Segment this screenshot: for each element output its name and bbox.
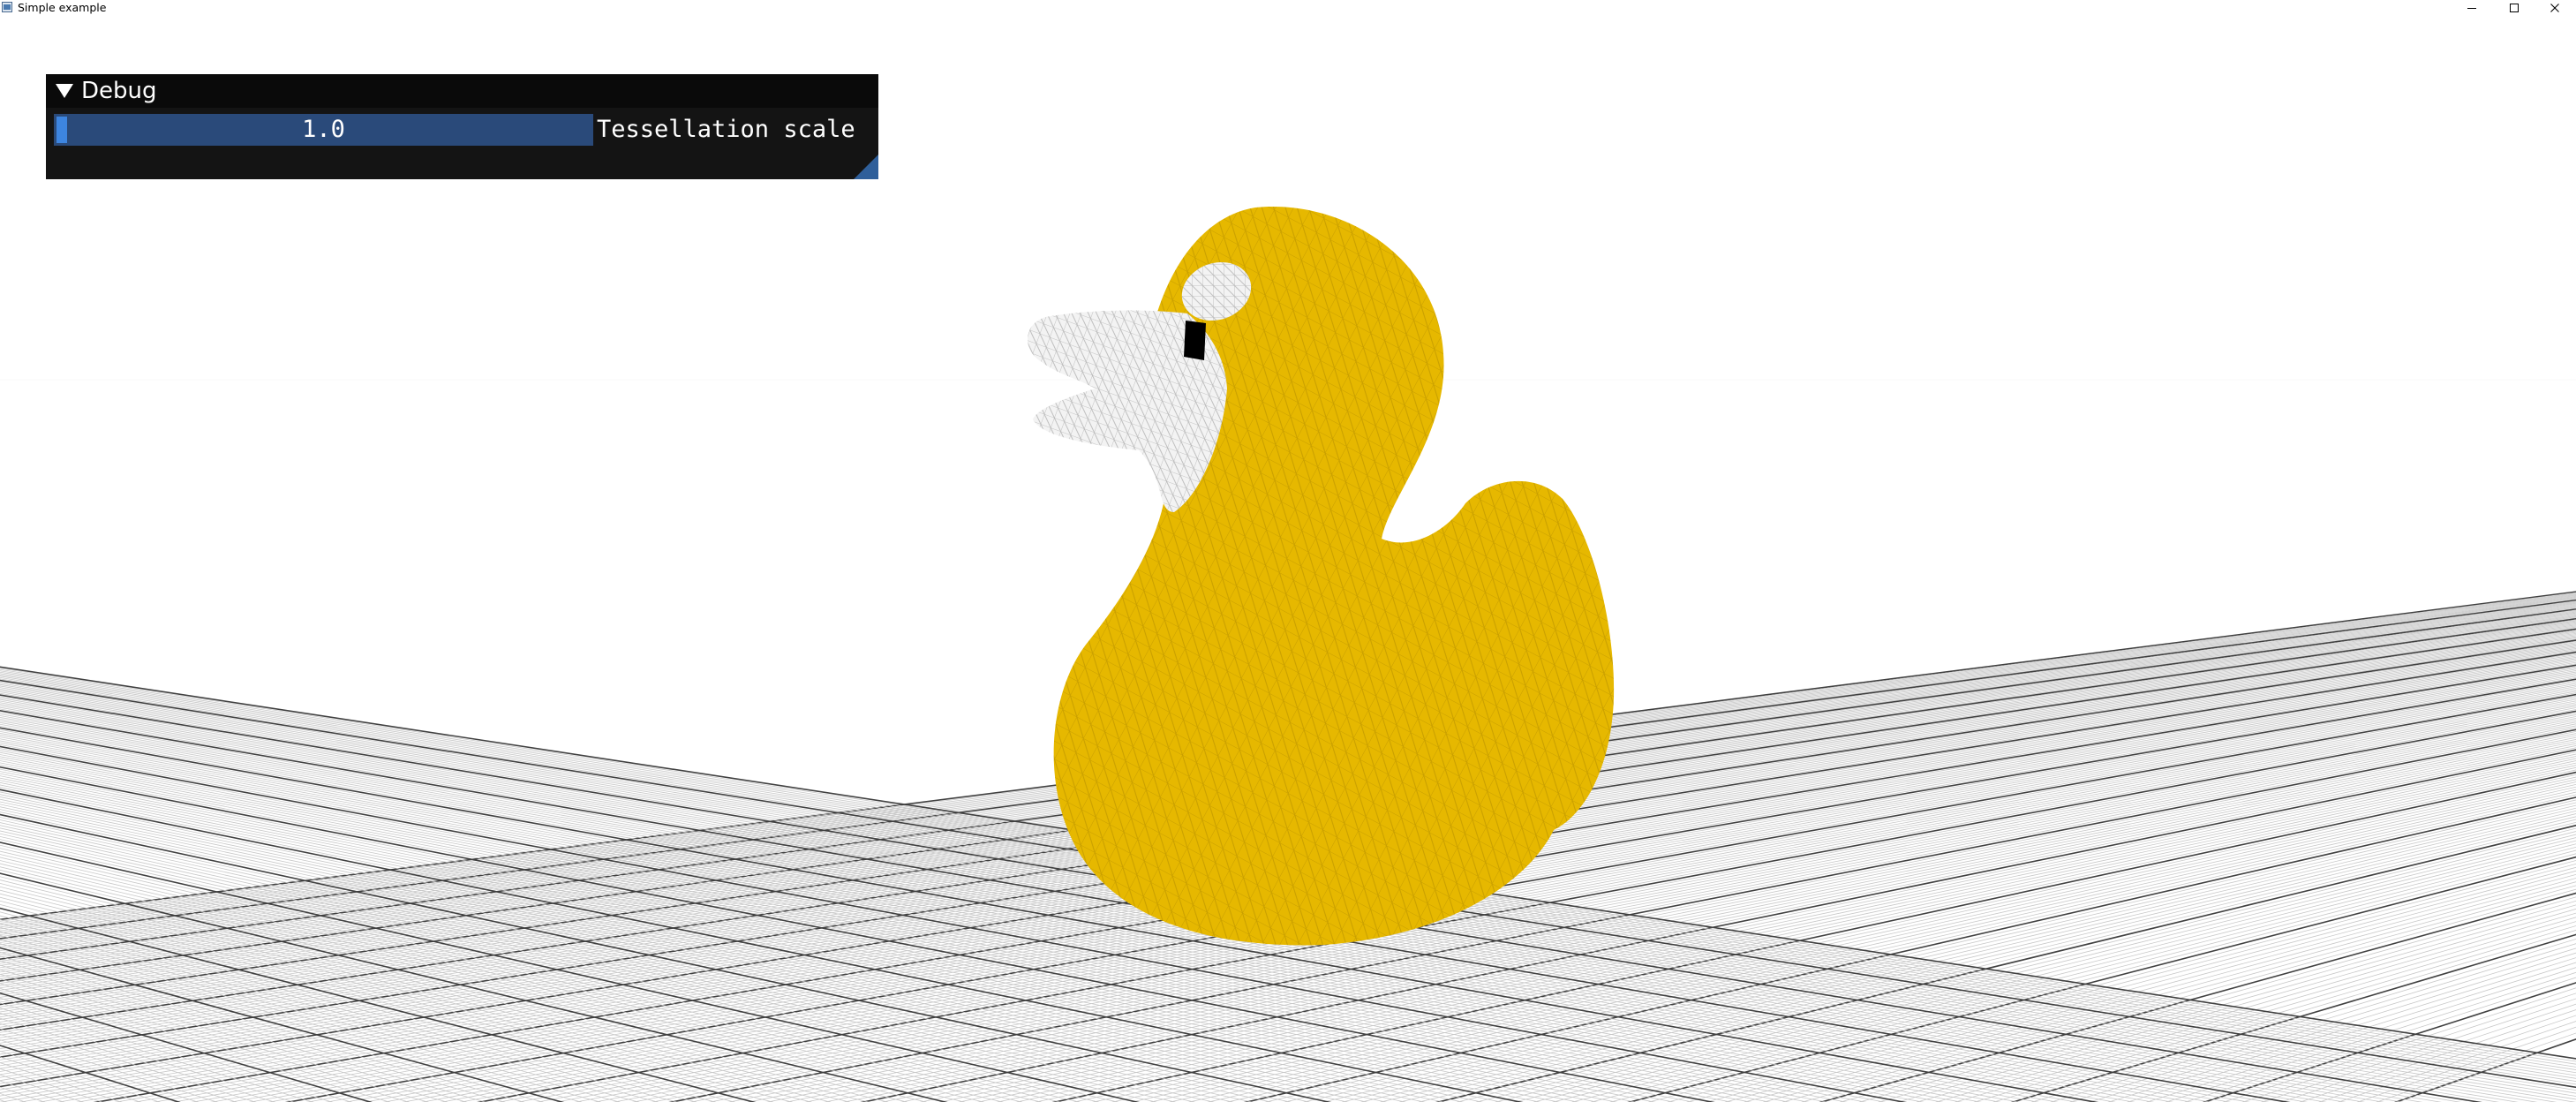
- tessellation-scale-slider[interactable]: 1.0: [54, 114, 593, 146]
- app-icon: [2, 2, 12, 12]
- maximize-button[interactable]: [2495, 0, 2534, 16]
- debug-window-titlebar[interactable]: Debug: [46, 74, 878, 108]
- triangle-down-icon[interactable]: [55, 83, 74, 99]
- slider-label: Tessellation scale: [597, 116, 855, 143]
- resize-grip-icon[interactable]: [854, 155, 878, 179]
- window-title: Simple example: [18, 1, 107, 14]
- minimize-button[interactable]: [2452, 0, 2491, 16]
- close-icon: [2550, 4, 2559, 12]
- maximize-icon: [2510, 4, 2519, 12]
- duck-pupil: [1184, 321, 1206, 360]
- close-button[interactable]: [2535, 0, 2574, 16]
- debug-window[interactable]: Debug 1.0 Tessellation scale: [46, 74, 878, 179]
- slider-value: 1.0: [302, 116, 345, 143]
- debug-window-title: Debug: [81, 78, 157, 104]
- rubber-duck-model: [1027, 206, 1615, 946]
- window-titlebar[interactable]: Simple example: [0, 0, 2576, 16]
- minimize-icon: [2467, 8, 2476, 9]
